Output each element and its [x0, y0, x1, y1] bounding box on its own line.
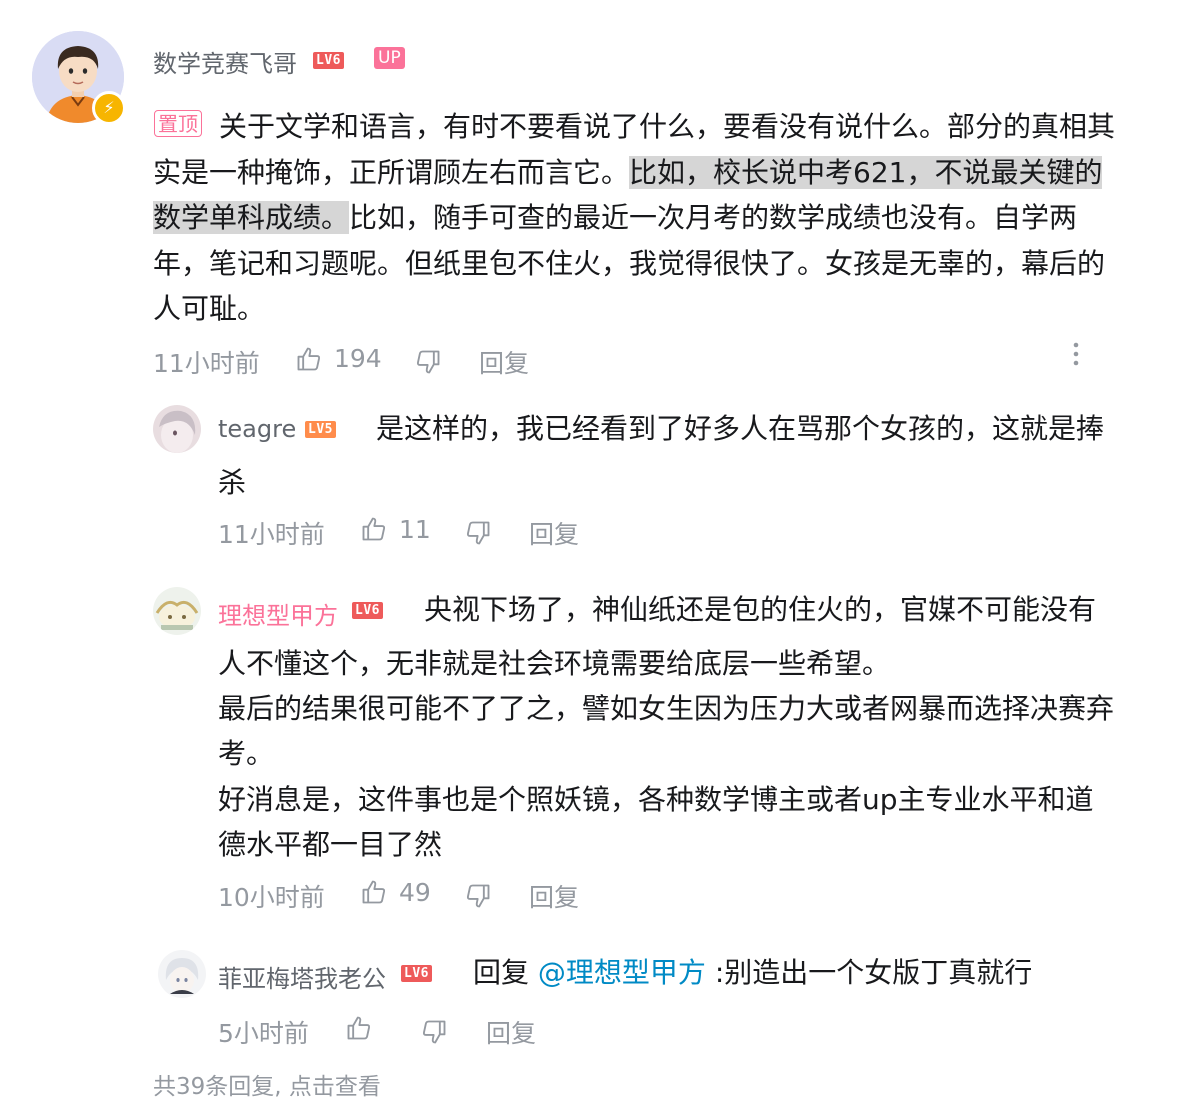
- reply-text: 央视下场了，神仙纸还是包的住火的，官媒不可能没有: [424, 593, 1097, 626]
- reply-text: 最后的结果很可能不了了之，譬如女生因为压力大或者网暴而选择决赛弃: [218, 692, 1115, 725]
- comment-line: 年，笔记和习题呢。但纸里包不住火，我觉得很快了。女孩是无辜的，幕后的: [153, 246, 1106, 280]
- like-count: 194: [334, 344, 382, 373]
- comment-line: 实是一种掩饰，正所谓顾左右而言它。: [153, 155, 630, 189]
- dislike-icon[interactable]: [420, 1018, 448, 1046]
- reply-button[interactable]: 回复: [529, 515, 579, 551]
- reply-text: 是这样的，我已经看到了好多人在骂那个女孩的，这就是捧: [376, 412, 1105, 445]
- level-badge: LV6: [313, 52, 344, 69]
- highlighted-text: 比如，校长说中考621，不说最关键的: [629, 155, 1103, 189]
- reply-avatar[interactable]: [153, 405, 201, 453]
- highlighted-text: 数学单科成绩。: [153, 201, 350, 234]
- reply-text: 考。: [218, 737, 275, 770]
- reply-body: :别造出一个女版丁真就行: [714, 956, 1033, 989]
- reply-time: 11小时前: [218, 520, 325, 549]
- level-badge: LV6: [401, 965, 432, 982]
- reply-username[interactable]: teagre: [218, 415, 296, 443]
- comment-line: 比如，随手可查的最近一次月考的数学成绩也没有。自学两: [349, 201, 1078, 234]
- reply-time: 10小时前: [218, 883, 325, 912]
- dislike-icon[interactable]: [464, 882, 492, 910]
- main-comment-text: 关于文学和语言，有时不要看说了什么，要看没有说什么。部分的真相其 实是一种掩饰，…: [153, 104, 1153, 332]
- dislike-icon[interactable]: [464, 519, 492, 547]
- view-more-replies-link[interactable]: 共39条回复, 点击查看: [153, 1067, 381, 1101]
- mention-link[interactable]: @理想型甲方: [538, 956, 706, 989]
- reply-text: 好消息是，这件事也是个照妖镜，各种数学博主或者up主专业水平和道: [218, 783, 1094, 816]
- reply-text: 德水平都一目了然: [218, 828, 443, 861]
- like-count: 11: [399, 515, 431, 544]
- like-icon[interactable]: [360, 515, 388, 543]
- reply-avatar[interactable]: [153, 587, 201, 635]
- reply-button[interactable]: 回复: [486, 1014, 536, 1050]
- like-icon[interactable]: [345, 1014, 373, 1042]
- like-count: 49: [399, 878, 431, 907]
- more-vertical-icon[interactable]: [1067, 340, 1085, 373]
- reply-avatar[interactable]: [158, 950, 206, 998]
- reply-button[interactable]: 回复: [529, 878, 579, 914]
- reply-username[interactable]: 菲亚梅塔我老公: [218, 959, 386, 994]
- reply-username[interactable]: 理想型甲方: [218, 596, 338, 631]
- up-badge: UP: [374, 47, 405, 69]
- reply-time: 5小时前: [218, 1019, 309, 1048]
- comment-time: 11小时前: [153, 349, 260, 378]
- reply-button[interactable]: 回复: [479, 344, 529, 380]
- like-icon[interactable]: [295, 345, 323, 373]
- reply-text: 人不懂这个，无非就是社会环境需要给底层一些希望。: [218, 647, 891, 680]
- comment-line: 关于文学和语言，有时不要看说了什么，要看没有说什么。部分的真相其: [219, 110, 1116, 143]
- reply-prefix: 回复: [473, 956, 530, 989]
- reply-text: 杀: [218, 466, 247, 499]
- level-badge: LV6: [352, 602, 383, 619]
- comment-line: 人可耻。: [153, 292, 266, 325]
- dislike-icon[interactable]: [414, 348, 442, 376]
- reply-text: 回复 @理想型甲方 :别造出一个女版丁真就行: [473, 950, 1032, 996]
- level-badge: LV5: [305, 421, 336, 438]
- lightning-badge-icon: ⚡: [92, 91, 126, 125]
- main-username[interactable]: 数学竞赛飞哥: [153, 44, 297, 79]
- like-icon[interactable]: [360, 878, 388, 906]
